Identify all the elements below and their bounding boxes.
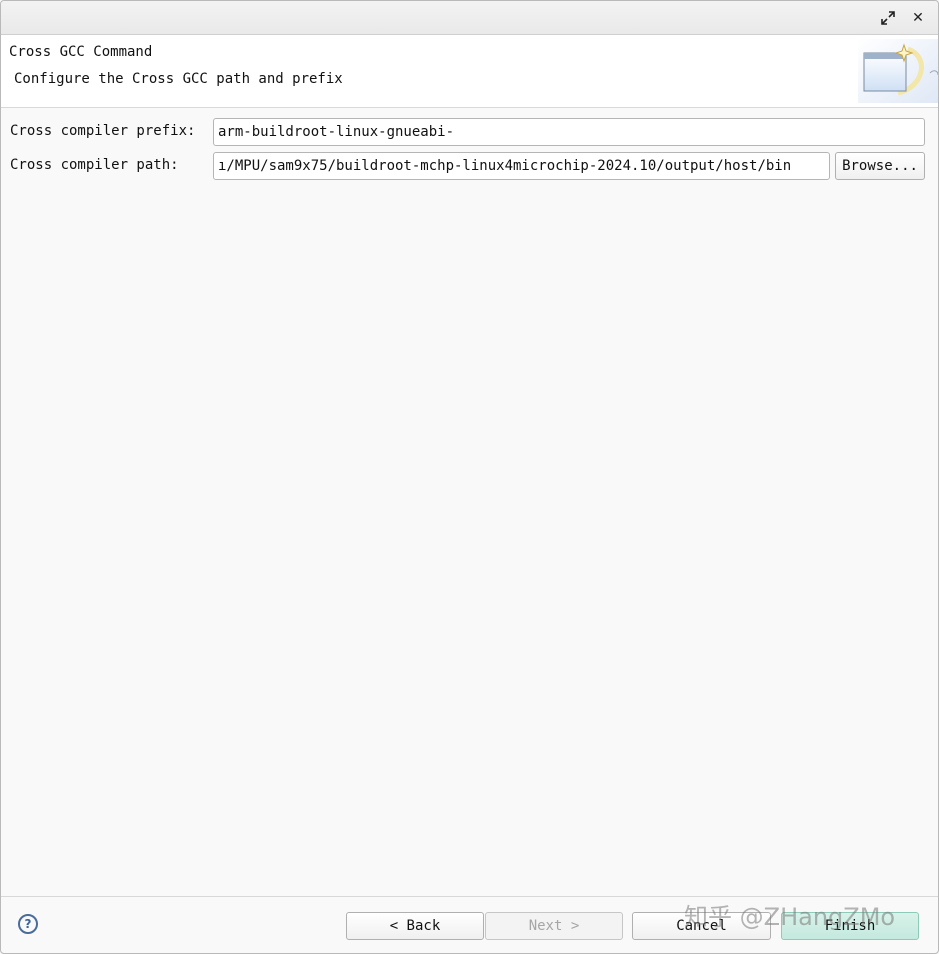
page-description: Configure the Cross GCC path and prefix — [14, 71, 343, 87]
footer-divider — [1, 896, 938, 897]
path-input[interactable]: ı/MPU/sam9x75/buildroot-mchp-linux4micro… — [213, 152, 830, 180]
cross-gcc-wizard-dialog: ✕ Cross GCC Command Configure the Cross … — [0, 0, 939, 954]
close-icon[interactable]: ✕ — [910, 10, 926, 26]
path-input-value: ı/MPU/sam9x75/buildroot-mchp-linux4micro… — [218, 158, 792, 174]
browse-button[interactable]: Browse... — [835, 152, 925, 180]
cancel-button[interactable]: Cancel — [632, 912, 771, 940]
help-glyph: ? — [24, 917, 32, 931]
prefix-label: Cross compiler prefix: — [10, 123, 196, 139]
next-button[interactable]: Next > — [485, 912, 623, 940]
back-button[interactable]: < Back — [346, 912, 484, 940]
maximize-icon[interactable] — [880, 10, 896, 26]
prefix-input[interactable]: arm-buildroot-linux-gnueabi- — [213, 118, 925, 146]
wizard-header: Cross GCC Command Configure the Cross GC… — [1, 35, 939, 108]
wizard-window-icon — [858, 39, 939, 103]
finish-button[interactable]: Finish — [781, 912, 919, 940]
page-title: Cross GCC Command — [9, 44, 153, 60]
title-bar: ✕ — [1, 1, 938, 35]
close-glyph: ✕ — [912, 10, 924, 26]
help-icon[interactable]: ? — [18, 914, 38, 934]
path-label: Cross compiler path: — [10, 157, 179, 173]
